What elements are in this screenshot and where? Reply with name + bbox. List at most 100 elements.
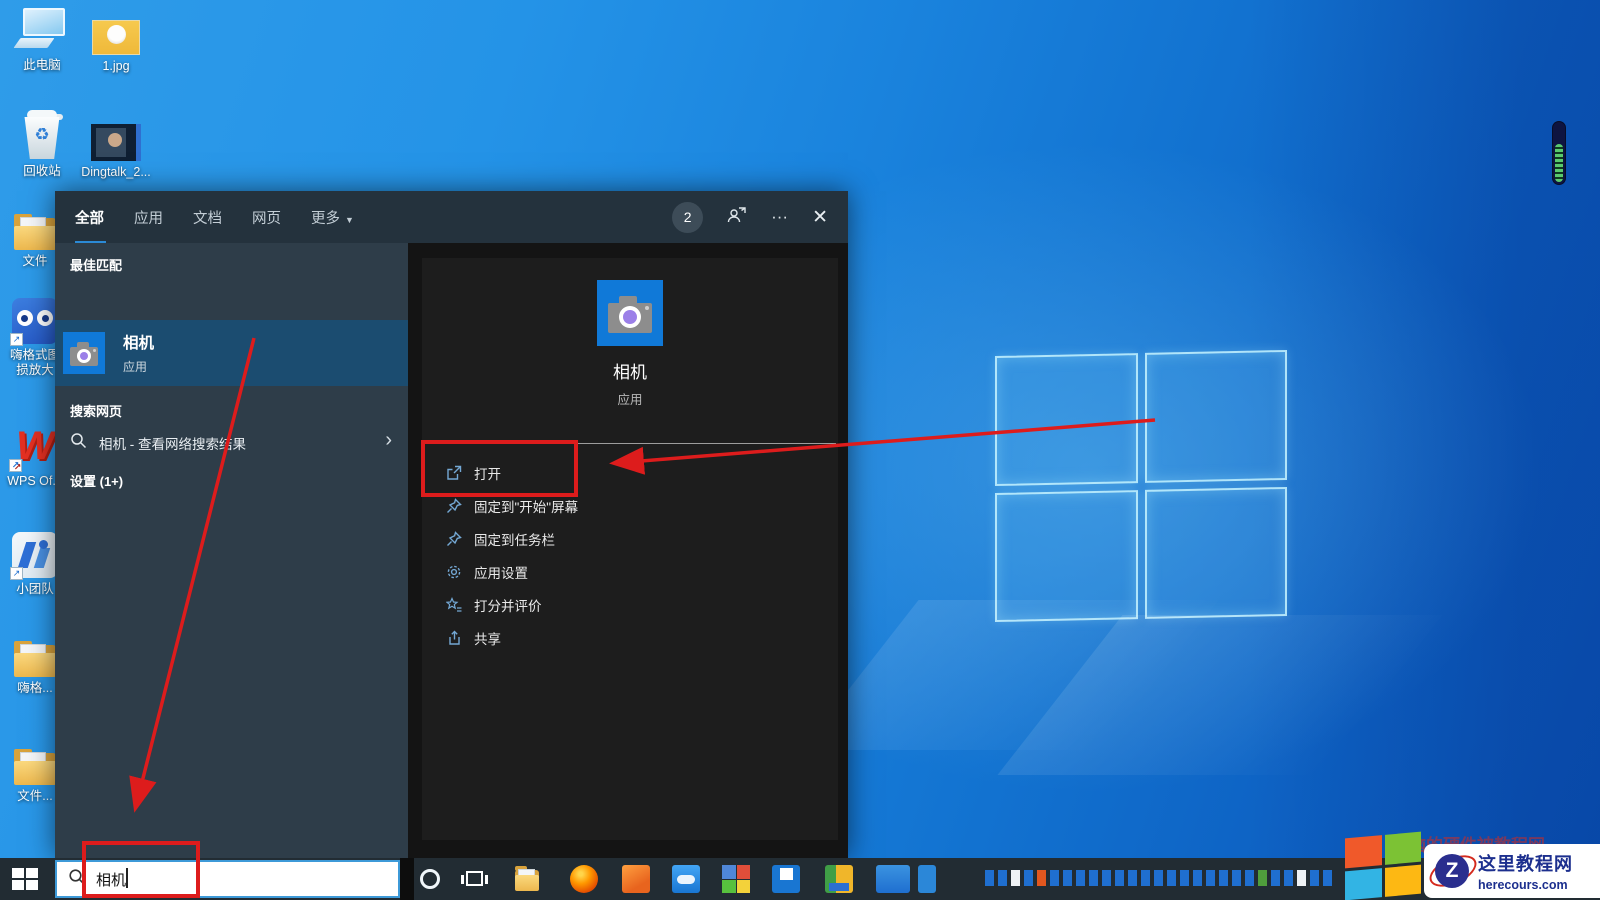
desktop-icon-1jpg[interactable]: 1.jpg xyxy=(74,20,158,74)
taskbar-pinned-app-icon[interactable] xyxy=(1102,870,1111,886)
taskbar-app-icon[interactable] xyxy=(876,865,910,893)
taskbar-pinned-app-icon[interactable] xyxy=(1297,870,1306,886)
desktop-icon-label: 回收站 xyxy=(23,164,61,178)
taskbar-pinned-app-icon[interactable] xyxy=(1310,870,1319,886)
this-pc-icon xyxy=(13,6,67,54)
taskbar-pinned-app-icon[interactable] xyxy=(1258,870,1267,886)
watermark-card: Z 这里教程网 herecours.com xyxy=(1424,844,1600,898)
section-best-match: 最佳匹配 xyxy=(70,258,123,273)
taskbar-pinned-app-icon[interactable] xyxy=(1141,870,1150,886)
folder-icon xyxy=(12,214,58,250)
taskbar-pinned-app-icon[interactable] xyxy=(998,870,1007,886)
volume-indicator xyxy=(1552,121,1566,185)
taskbar-app-icon[interactable] xyxy=(622,865,650,893)
folder-icon xyxy=(12,641,58,677)
settings-icon xyxy=(446,564,462,580)
wallpaper-windows-logo xyxy=(995,349,1287,623)
web-result-text: 相机 - 查看网络搜索结果 xyxy=(99,437,246,452)
taskbar-pinned-app-icon[interactable] xyxy=(1206,870,1215,886)
taskbar-pinned-app-icon[interactable] xyxy=(1180,870,1189,886)
watermark-site-domain: herecours.com xyxy=(1478,878,1568,892)
taskbar-pinned-app-icon[interactable] xyxy=(1323,870,1332,886)
taskbar-pinned-app-icon[interactable] xyxy=(1284,870,1293,886)
account-icon[interactable] xyxy=(727,206,747,229)
recycle-bin-icon: ♻ xyxy=(19,110,65,160)
preview-app-subtitle: 应用 xyxy=(617,393,643,407)
watermark-windows-flag xyxy=(1345,831,1421,900)
tab-web[interactable]: 网页 xyxy=(252,207,281,228)
taskbar-pinned-app-icon[interactable] xyxy=(1128,870,1137,886)
taskbar-pinned-app-icon[interactable] xyxy=(1219,870,1228,886)
rate-icon xyxy=(446,596,462,613)
taskbar-pinned-app-icon[interactable] xyxy=(1245,870,1254,886)
preview-pane: 相机 应用 打开 固定到"开始"屏幕 固定到任务栏 应用设置 打分并评价 共享 xyxy=(422,258,838,840)
taskbar-app-icon[interactable] xyxy=(722,865,750,893)
taskbar-pinned-app-icon[interactable] xyxy=(1037,870,1046,886)
search-results-column: 最佳匹配 相机 应用 搜索网页 相机 - 查看网络搜索结果 › 设置 (1+) xyxy=(55,243,408,858)
video-thumbnail-icon xyxy=(91,124,141,161)
search-filter-bar: 全部 应用 文档 网页 更多 ▼ 2 ··· ✕ xyxy=(55,191,848,244)
taskbar-pinned-app-icon[interactable] xyxy=(1193,870,1202,886)
cortana-icon[interactable] xyxy=(420,869,440,889)
pin-start-icon xyxy=(446,497,462,514)
taskbar-pinned-app-icon[interactable] xyxy=(1076,870,1085,886)
taskbar-pinned-app-icon[interactable] xyxy=(1050,870,1059,886)
action-share[interactable]: 共享 xyxy=(422,621,838,654)
team-app-icon: ↗ xyxy=(10,532,58,580)
folder-icon xyxy=(12,749,58,785)
camera-app-icon xyxy=(63,332,105,374)
taskbar-pinned-app-icon[interactable] xyxy=(1271,870,1280,886)
chevron-right-icon[interactable]: › xyxy=(385,429,392,452)
taskbar-pinned-app-icon[interactable] xyxy=(1115,870,1124,886)
desktop-icon-this-pc[interactable]: 此电脑 xyxy=(0,6,84,73)
watermark-site-name: 这里教程网 xyxy=(1478,854,1573,874)
taskbar-pinned-app-icon[interactable] xyxy=(1024,870,1033,886)
share-icon xyxy=(446,630,462,646)
taskbar-pinned-app-icon[interactable] xyxy=(1011,870,1020,886)
more-options-button[interactable]: ··· xyxy=(771,207,788,227)
taskbar-app-icon[interactable] xyxy=(918,865,936,893)
tab-more[interactable]: 更多 ▼ xyxy=(311,207,354,228)
desktop-icon-recycle-bin[interactable]: ♻ 回收站 xyxy=(0,110,84,179)
search-preview-column: 相机 应用 打开 固定到"开始"屏幕 固定到任务栏 应用设置 打分并评价 共享 xyxy=(408,243,848,858)
taskbar-pinned-app-icon[interactable] xyxy=(1232,870,1241,886)
action-label: 打分并评价 xyxy=(474,598,542,614)
annotation-box-open xyxy=(421,440,578,497)
tab-all[interactable]: 全部 xyxy=(75,207,106,244)
action-label: 共享 xyxy=(474,631,501,647)
action-pin-to-taskbar[interactable]: 固定到任务栏 xyxy=(422,522,838,555)
taskbar-pinned-app-icon[interactable] xyxy=(1167,870,1176,886)
search-flyout-panel: 全部 应用 文档 网页 更多 ▼ 2 ··· ✕ 最佳匹配 相机 应用 搜索网页… xyxy=(55,191,848,858)
taskbar-app-icon[interactable] xyxy=(672,865,700,893)
close-icon[interactable]: ✕ xyxy=(812,206,828,229)
taskbar-pinned-app-icon[interactable] xyxy=(985,870,994,886)
best-match-result-camera[interactable]: 相机 应用 xyxy=(55,320,408,386)
result-subtitle: 应用 xyxy=(123,360,148,374)
action-app-settings[interactable]: 应用设置 xyxy=(422,555,838,588)
tab-more-label: 更多 xyxy=(311,210,340,227)
taskbar-app-icon[interactable] xyxy=(772,865,800,893)
taskbar-app-icon[interactable] xyxy=(825,865,853,893)
shortcut-arrow-icon: ↗ xyxy=(9,459,22,472)
taskbar-pinned-app-icon[interactable] xyxy=(1063,870,1072,886)
task-view-icon[interactable] xyxy=(461,871,488,886)
firefox-icon[interactable] xyxy=(570,865,598,893)
pin-taskbar-icon xyxy=(446,530,462,547)
result-title: 相机 xyxy=(123,335,155,352)
web-search-result[interactable]: 相机 - 查看网络搜索结果 › xyxy=(55,423,408,463)
desktop-icon-label: Dingtalk_2... xyxy=(81,165,151,179)
tab-apps[interactable]: 应用 xyxy=(134,207,163,228)
shortcut-arrow-icon: ↗ xyxy=(10,567,23,580)
file-explorer-icon[interactable] xyxy=(513,865,541,893)
watermark-logo-letter: Z xyxy=(1435,854,1469,888)
action-label: 应用设置 xyxy=(474,565,528,581)
taskbar-pinned-app-icon[interactable] xyxy=(1154,870,1163,886)
action-label: 固定到任务栏 xyxy=(474,532,555,548)
taskbar-pinned-app-icon[interactable] xyxy=(1089,870,1098,886)
desktop-icon-dingtalk-video[interactable]: Dingtalk_2... xyxy=(74,124,158,180)
action-label: 固定到"开始"屏幕 xyxy=(474,499,579,515)
tab-documents[interactable]: 文档 xyxy=(193,207,222,228)
start-button[interactable] xyxy=(12,868,38,890)
action-rate-review[interactable]: 打分并评价 xyxy=(422,588,838,621)
camera-app-icon-large xyxy=(597,280,663,346)
